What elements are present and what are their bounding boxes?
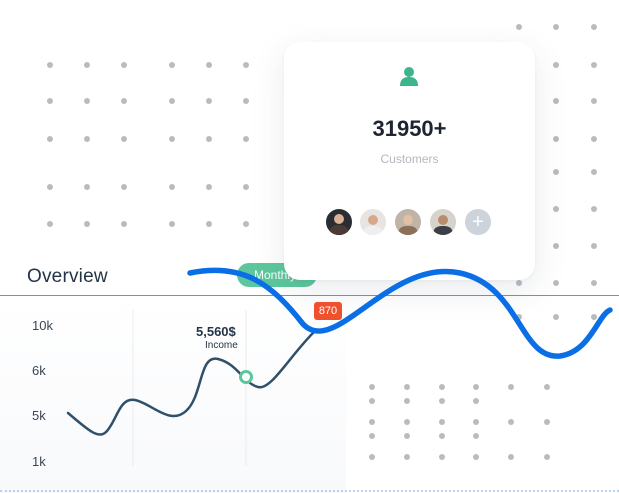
value-badge: 870 <box>314 302 342 320</box>
dotted-baseline <box>0 490 619 492</box>
wave-decoration <box>187 267 613 359</box>
